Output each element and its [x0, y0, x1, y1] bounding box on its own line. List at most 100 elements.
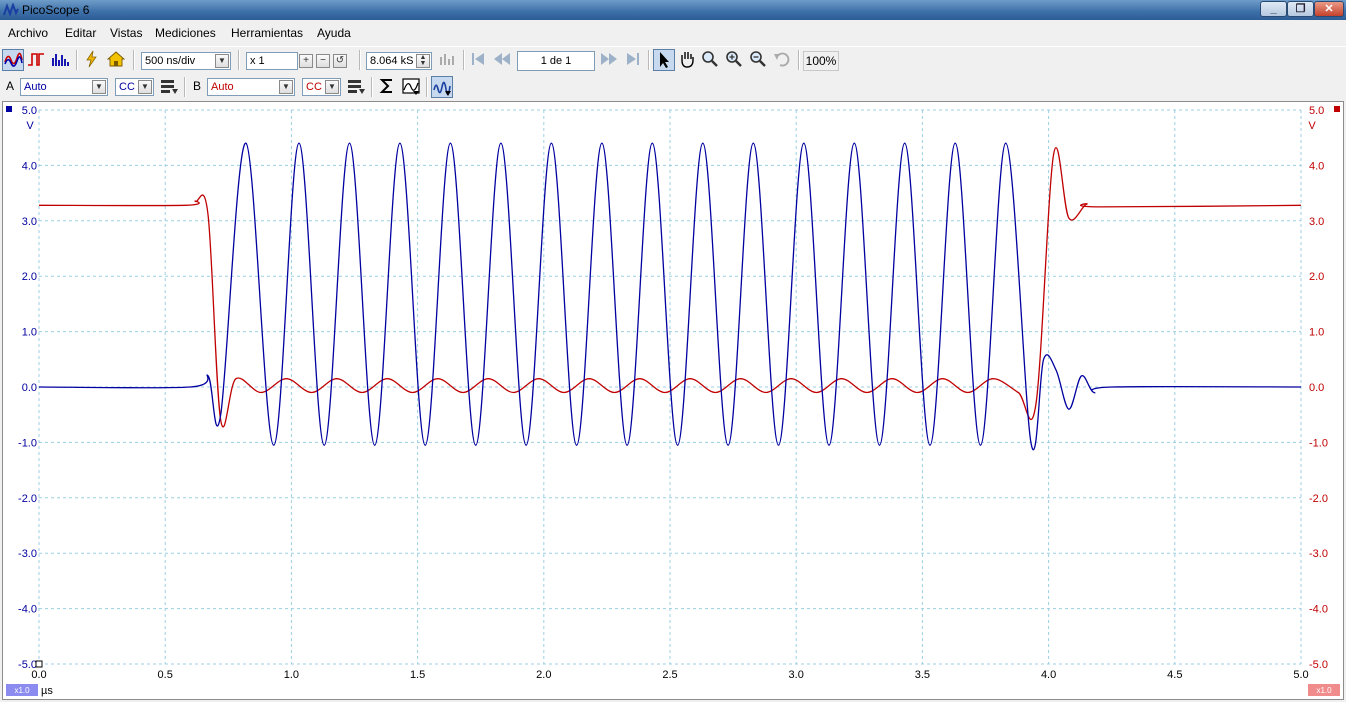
zoom-100-button[interactable]: 100%: [803, 51, 839, 71]
chevron-down-icon[interactable]: ▼: [325, 80, 339, 94]
zoom-factor-field[interactable]: x 1: [246, 52, 298, 70]
spectrum-mode-icon: [52, 54, 69, 66]
menu-mediciones[interactable]: Mediciones: [155, 26, 216, 40]
x-tick-label: 0.5: [158, 669, 173, 681]
next-buffer-button[interactable]: [599, 49, 621, 71]
menu-vistas[interactable]: Vistas: [110, 26, 142, 40]
y-tick-label-right: 1.0: [1309, 327, 1324, 339]
zoom-out-factor-button[interactable]: −: [316, 54, 330, 68]
undo-icon: [774, 52, 790, 67]
channel-b-options-button[interactable]: [346, 76, 368, 98]
pointer-icon: [660, 52, 669, 68]
fast-forward-icon: [601, 53, 617, 65]
reference-waveforms-button[interactable]: [401, 76, 423, 98]
persistence-mode-icon: [28, 53, 44, 66]
origin-marker: [35, 660, 43, 668]
channel-b-range-select[interactable]: Auto ▼: [207, 78, 295, 96]
y-tick-label-left: 4.0: [22, 160, 37, 172]
chevron-down-icon[interactable]: ▼: [279, 80, 293, 94]
maximize-button[interactable]: ❐: [1287, 1, 1314, 17]
lightning-icon: [86, 50, 97, 68]
samples-value: 8.064 kS: [370, 55, 414, 67]
zoom-box-button[interactable]: [700, 49, 722, 71]
x-tick-label: 2.0: [536, 669, 551, 681]
y-tick-label-left: -3.0: [18, 548, 37, 560]
channel-a-options-button[interactable]: [159, 76, 181, 98]
scope-chart[interactable]: 5.0 5.0 4.0 4.0 3.0 3.0 2.0 2.0 1.0 1.0 0.0 0.0 -1.0…: [3, 102, 1343, 699]
zoom-in-button[interactable]: [724, 49, 746, 71]
y-tick-label-left: -2.0: [18, 493, 37, 505]
y-tick-label-right: 3.0: [1309, 216, 1324, 228]
y-tick-label-right: -5.0: [1309, 659, 1328, 671]
x-tick-label: 1.0: [284, 669, 299, 681]
channel-b-label: B: [193, 79, 202, 93]
y-tick-label-left: 3.0: [22, 216, 37, 228]
zoom-reset-factor-button[interactable]: ↺: [333, 54, 347, 68]
menu-bar: Archivo Editar Vistas Mediciones Herrami…: [0, 22, 1346, 44]
y-tick-label-left: -1.0: [18, 437, 37, 449]
zoom-in-factor-button[interactable]: +: [299, 54, 313, 68]
channel-a-coupling-value: CC: [119, 81, 135, 93]
menu-archivo[interactable]: Archivo: [8, 26, 48, 40]
first-buffer-button[interactable]: [468, 49, 490, 71]
timebase-select[interactable]: 500 ns/div ▼: [141, 52, 231, 70]
zoom-factor-value: x 1: [250, 55, 265, 67]
persistence-mode-button[interactable]: [26, 49, 48, 71]
menu-ayuda[interactable]: Ayuda: [317, 26, 351, 40]
channel-a-range-select[interactable]: Auto ▼: [20, 78, 108, 96]
x-tick-label: 1.5: [410, 669, 425, 681]
samples-field[interactable]: 8.064 kS ▲ ▼: [366, 52, 432, 70]
previous-buffer-button[interactable]: [492, 49, 514, 71]
x-tick-label: 4.0: [1041, 669, 1056, 681]
signal-generator-button[interactable]: [437, 49, 459, 71]
y-tick-label-right: -3.0: [1309, 548, 1328, 560]
x-axis-unit: µs: [41, 685, 53, 697]
reference-waveform-icon: [402, 78, 420, 95]
menu-editar[interactable]: Editar: [65, 26, 96, 40]
automotive-button[interactable]: [82, 49, 104, 71]
channel-a-range-value: Auto: [24, 81, 47, 93]
home-icon: [106, 51, 126, 67]
math-channels-button[interactable]: [377, 76, 399, 98]
channel-b-range-value: Auto: [211, 81, 234, 93]
scope-mode-button[interactable]: [2, 49, 24, 71]
menu-herramientas[interactable]: Herramientas: [231, 26, 303, 40]
y-tick-label-right: -4.0: [1309, 604, 1328, 616]
close-button[interactable]: ✕: [1314, 1, 1344, 17]
select-tool-button[interactable]: [653, 49, 675, 71]
y-tick-label-left: 1.0: [22, 327, 37, 339]
main-toolbar: 500 ns/div ▼ x 1 + − ↺ 8.064 kS ▲ ▼ 1 de …: [0, 46, 1346, 75]
y-tick-label-right: 2.0: [1309, 271, 1324, 283]
x-tick-label: 0.0: [31, 669, 46, 681]
buffer-page-field[interactable]: 1 de 1: [517, 51, 595, 71]
x-tick-label: 3.0: [789, 669, 804, 681]
chevron-down-icon[interactable]: ▼: [215, 54, 229, 68]
trigger-waveform-icon: [433, 81, 451, 96]
spinner-icon[interactable]: ▲ ▼: [416, 54, 430, 68]
channel-b-coupling-select[interactable]: CC ▼: [302, 78, 341, 96]
chevron-down-icon[interactable]: ▼: [138, 80, 152, 94]
chevron-down-icon[interactable]: ▼: [92, 80, 106, 94]
channel-a-label: A: [6, 79, 15, 93]
channel-a-coupling-select[interactable]: CC ▼: [115, 78, 154, 96]
trigger-toolbar-button[interactable]: [431, 76, 453, 98]
spectrum-mode-button[interactable]: [50, 49, 72, 71]
home-button[interactable]: [106, 49, 128, 71]
channel-a-marker: [6, 106, 12, 112]
sigma-icon: [379, 79, 392, 93]
y-axis-unit-left: V: [26, 120, 34, 132]
undo-zoom-button[interactable]: [772, 49, 794, 71]
x-tick-label: 3.5: [915, 669, 930, 681]
last-buffer-button[interactable]: [623, 49, 645, 71]
zoom-out-icon: [750, 51, 766, 67]
channel-b-scale-text: x1.0: [1316, 686, 1332, 695]
pan-tool-button[interactable]: [677, 49, 699, 71]
signal-generator-icon: [440, 54, 454, 65]
zoom-out-button[interactable]: [748, 49, 770, 71]
y-tick-label-left: 2.0: [22, 271, 37, 283]
scope-mode-icon: [4, 52, 23, 67]
y-tick-label-left: -4.0: [18, 604, 37, 616]
minimize-button[interactable]: _: [1260, 1, 1287, 17]
timebase-value: 500 ns/div: [145, 55, 196, 67]
scope-view[interactable]: 5.0 5.0 4.0 4.0 3.0 3.0 2.0 2.0 1.0 1.0 0.0 0.0 -1.0…: [2, 101, 1344, 700]
